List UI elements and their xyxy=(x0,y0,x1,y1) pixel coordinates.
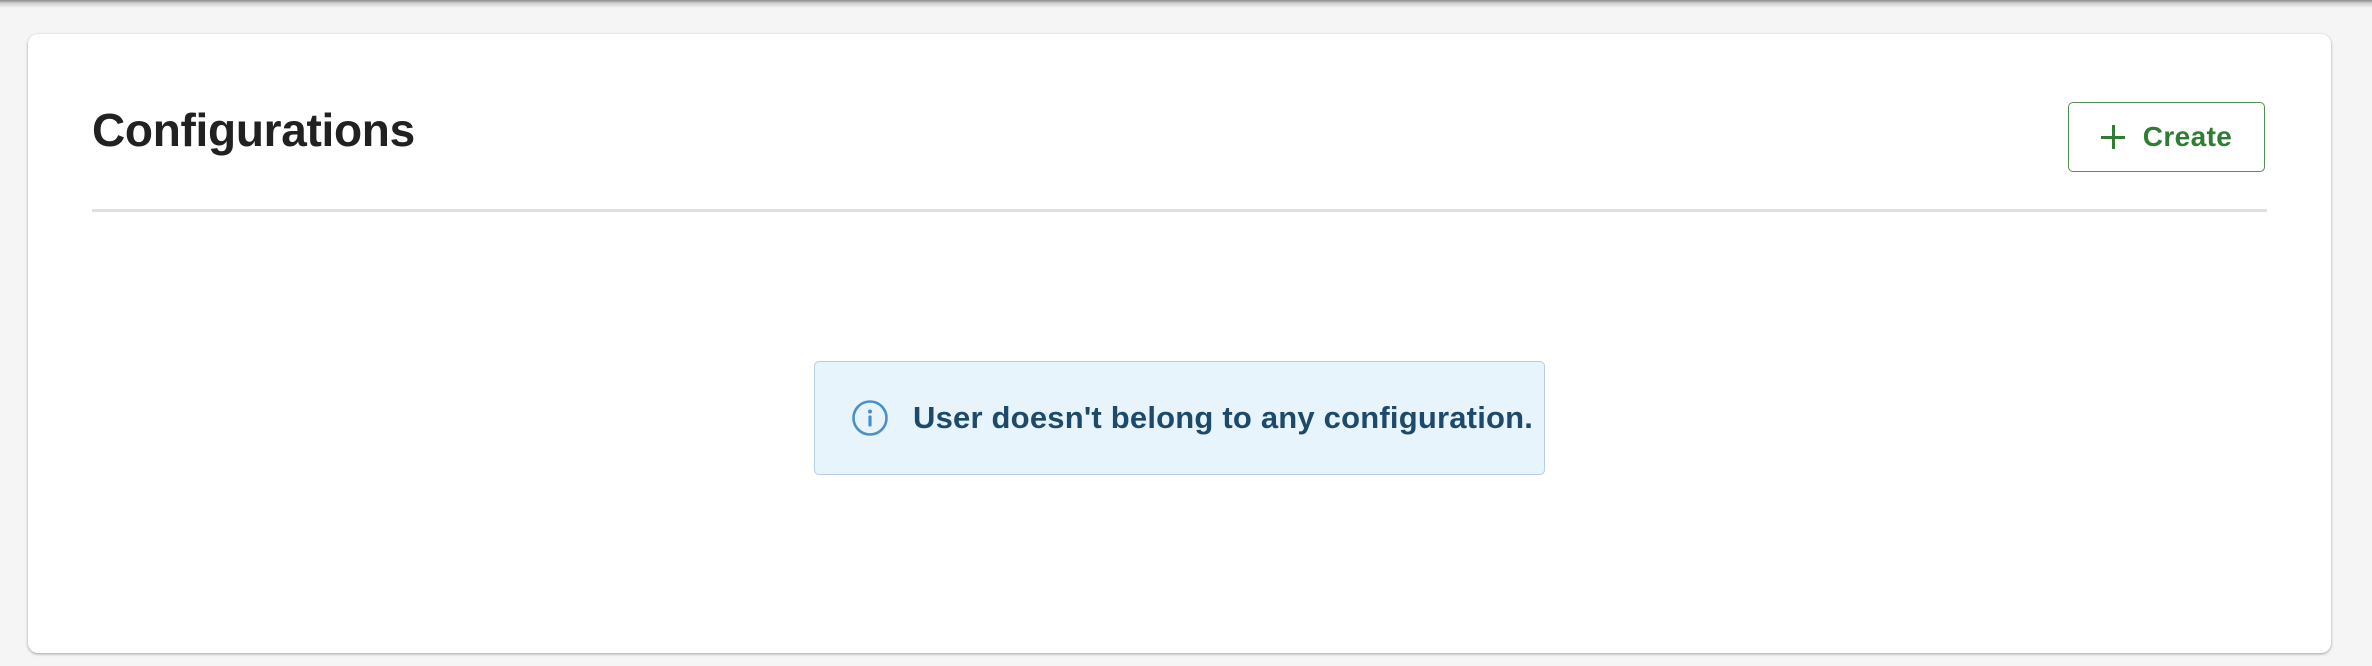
info-icon xyxy=(852,400,888,436)
create-button[interactable]: Create xyxy=(2068,102,2265,172)
top-bar-shadow xyxy=(0,0,2372,8)
configurations-card: Configurations Create User doesn't belon… xyxy=(28,34,2331,653)
info-alert: User doesn't belong to any configuration… xyxy=(814,361,1545,475)
header-divider xyxy=(92,209,2267,212)
create-button-label: Create xyxy=(2142,121,2233,152)
alert-message: User doesn't belong to any configuration… xyxy=(913,400,1534,435)
page-title: Configurations xyxy=(92,104,415,156)
plus-icon xyxy=(2100,125,2125,149)
